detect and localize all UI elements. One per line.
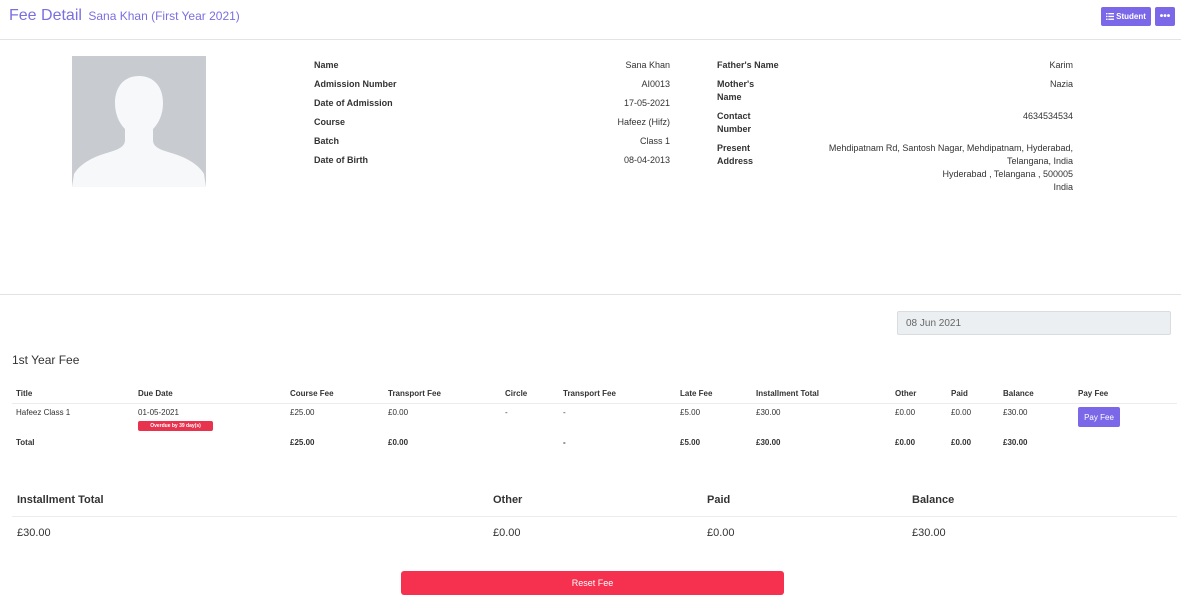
col-other: Other	[895, 389, 917, 398]
father-name-value: Karim	[1049, 60, 1073, 70]
col-circle: Circle	[505, 389, 528, 398]
row-title: Hafeez Class 1	[16, 408, 71, 417]
summary-installment-total-value: £30.00	[17, 527, 51, 539]
address-line-3: Hyderabad , Telangana , 500005	[942, 169, 1073, 179]
row-installment-total: £30.00	[756, 408, 781, 417]
mother-name-label-line2: Name	[717, 92, 742, 102]
address-line-1: Mehdipatnam Rd, Santosh Nagar, Mehdipatn…	[828, 143, 1073, 153]
summary-other-label: Other	[493, 494, 523, 506]
father-name-label: Father's Name	[717, 60, 779, 70]
address-label-line1: Present	[717, 143, 751, 153]
date-of-birth-label: Date of Birth	[314, 155, 368, 165]
address-label-line2: Address	[717, 156, 754, 166]
col-late-fee: Late Fee	[680, 389, 713, 398]
date-of-birth-value: 08-04-2013	[623, 155, 670, 165]
name-value: Sana Khan	[625, 60, 670, 70]
row-due-date: 01-05-2021	[138, 408, 179, 417]
ellipsis-icon: •••	[1159, 11, 1171, 22]
col-paid: Paid	[951, 389, 968, 398]
overdue-badge: Overdue by 39 day(s)	[138, 421, 213, 431]
admission-date-label: Date of Admission	[314, 98, 393, 108]
page-subtitle: Sana Khan (First Year 2021)	[88, 9, 240, 23]
summary-paid-value: £0.00	[707, 527, 735, 539]
col-balance: Balance	[1003, 389, 1034, 398]
admission-number-label: Admission Number	[314, 79, 397, 89]
row-course-fee: £25.00	[290, 408, 315, 417]
mother-name-label-line1: Mother's	[717, 79, 755, 89]
row-circle: -	[505, 408, 508, 417]
page-header: Fee Detail Sana Khan (First Year 2021) S…	[0, 0, 1181, 40]
contact-label-line1: Contact	[717, 111, 751, 121]
more-options-button[interactable]: •••	[1155, 7, 1175, 26]
total-paid: £0.00	[951, 438, 972, 447]
row-late-fee: £5.00	[680, 408, 701, 417]
total-transport-fee-2: -	[563, 438, 566, 447]
page-title-text: Fee Detail	[9, 7, 82, 24]
student-photo-placeholder	[72, 56, 206, 187]
row-transport-fee: £0.00	[388, 408, 409, 417]
student-button-label: Student	[1116, 12, 1146, 21]
col-transport-fee: Transport Fee	[388, 389, 441, 398]
col-course-fee: Course Fee	[290, 389, 334, 398]
total-installment-total: £30.00	[756, 438, 781, 447]
batch-label: Batch	[314, 136, 340, 146]
address-line-4: India	[1053, 182, 1073, 192]
course-label: Course	[314, 117, 346, 127]
summary-divider	[12, 516, 1177, 517]
total-transport-fee: £0.00	[388, 438, 409, 447]
total-late-fee: £5.00	[680, 438, 701, 447]
summary-balance-value: £30.00	[912, 527, 946, 539]
mother-name-value: Nazia	[1049, 79, 1073, 89]
col-due-date: Due Date	[138, 389, 173, 398]
contact-value: 4634534534	[1022, 111, 1073, 121]
table-row-divider	[12, 403, 1177, 404]
row-balance: £30.00	[1003, 408, 1028, 417]
pay-fee-button[interactable]: Pay Fee	[1078, 407, 1120, 427]
fee-section-heading: 1st Year Fee	[12, 353, 80, 367]
section-divider	[0, 294, 1181, 295]
col-pay-fee: Pay Fee	[1078, 389, 1109, 398]
row-paid: £0.00	[951, 408, 972, 417]
page-title: Fee Detail Sana Khan (First Year 2021)	[9, 7, 240, 25]
summary-paid-label: Paid	[707, 494, 731, 506]
student-button[interactable]: Student	[1101, 7, 1151, 26]
name-label: Name	[314, 60, 339, 70]
col-installment-total: Installment Total	[756, 389, 819, 398]
reset-fee-button[interactable]: Reset Fee	[401, 571, 784, 595]
summary-installment-total-label: Installment Total	[17, 494, 104, 506]
col-transport-fee-2: Transport Fee	[563, 389, 616, 398]
col-title: Title	[16, 389, 33, 398]
admission-date-value: 17-05-2021	[623, 98, 670, 108]
date-input[interactable]: 08 Jun 2021	[897, 311, 1171, 335]
summary-other-value: £0.00	[493, 527, 521, 539]
address-line-2: Telangana, India	[1006, 156, 1073, 166]
total-balance: £30.00	[1003, 438, 1028, 447]
total-other: £0.00	[895, 438, 916, 447]
row-transport-fee-2: -	[563, 408, 566, 417]
admission-number-value: AI0013	[641, 79, 670, 89]
course-value: Hafeez (Hifz)	[617, 117, 670, 127]
total-label: Total	[16, 438, 35, 447]
row-other: £0.00	[895, 408, 916, 417]
total-course-fee: £25.00	[290, 438, 315, 447]
avatar-silhouette-icon	[72, 56, 206, 187]
contact-label-line2: Number	[717, 124, 752, 134]
batch-value: Class 1	[639, 136, 670, 146]
summary-balance-label: Balance	[912, 494, 955, 506]
list-icon	[1106, 13, 1115, 20]
